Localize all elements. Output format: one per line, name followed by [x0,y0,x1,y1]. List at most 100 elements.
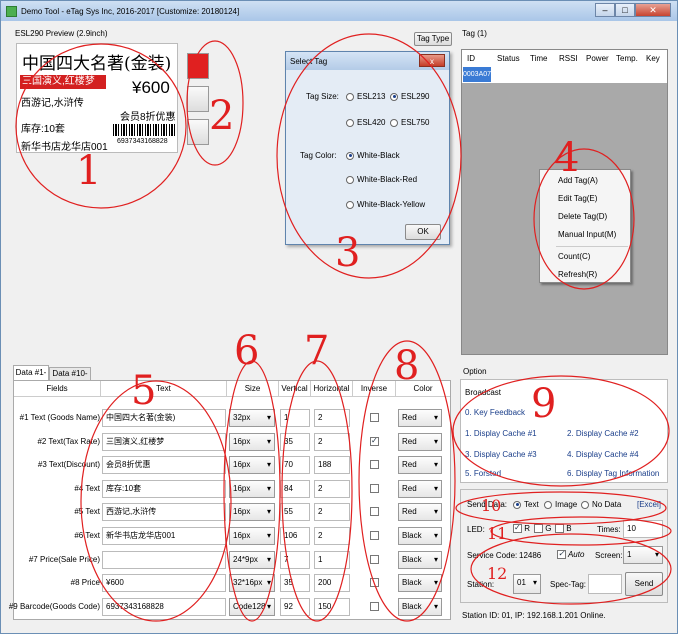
minimize-button[interactable]: – [595,3,615,17]
text-input[interactable]: 西游记,水浒传 [102,503,226,522]
color-select[interactable]: Red [398,432,442,451]
tab-data-1-9[interactable]: Data #1-9 [13,365,49,391]
color-button-3[interactable] [187,119,209,145]
vertical-input[interactable]: 55 [280,503,310,522]
col-status[interactable]: Status [497,54,520,63]
size-select[interactable]: 16px [229,527,275,545]
size-select[interactable]: 16px [229,503,275,522]
text-input[interactable]: 6937343168828 [102,597,226,616]
mode-image[interactable]: Image [544,500,577,509]
horizontal-input[interactable]: 2 [314,479,350,498]
opt-cache-4[interactable]: 4. Display Cache #4 [567,450,639,459]
size-select[interactable]: 16px [229,456,275,475]
size-select[interactable]: 32px [229,409,275,427]
horizontal-input[interactable]: 150 [314,597,350,616]
horizontal-input[interactable]: 2 [314,503,350,522]
size-select[interactable]: 16px [229,432,275,451]
vertical-input[interactable]: 70 [280,456,310,475]
horizontal-input[interactable]: 1 [314,550,350,569]
horizontal-input[interactable]: 2 [314,432,350,451]
color-select[interactable]: Black [398,550,442,569]
inverse-checkbox[interactable] [370,578,379,588]
excel-link[interactable]: [Excel] [637,500,661,509]
spec-tag-input[interactable] [588,574,622,594]
color-select[interactable]: Red [398,409,442,427]
color-select[interactable]: Red [398,503,442,522]
horizontal-input[interactable]: 188 [314,456,350,475]
text-input[interactable]: 会员8折优惠 [102,456,226,475]
station-select[interactable]: 01 [513,574,541,594]
color-option-0[interactable]: White-Black [346,151,400,160]
col-time[interactable]: Time [530,54,547,63]
dialog-close-button[interactable]: x [419,54,445,67]
text-input[interactable] [102,550,226,569]
size-select[interactable]: 24*9px [229,550,275,569]
col-key[interactable]: Key [646,54,660,63]
inverse-checkbox[interactable] [370,460,379,470]
size-option-0[interactable]: ESL213 [346,92,385,101]
text-input[interactable]: ¥600 [102,574,226,593]
inverse-checkbox[interactable] [370,554,379,564]
horizontal-input[interactable]: 200 [314,574,350,593]
close-button[interactable]: ✕ [635,3,671,17]
led-b[interactable]: B [555,524,572,534]
text-input[interactable]: 库存:10套 [102,479,226,498]
menu-manual-input[interactable]: Manual Input(M) [558,230,616,239]
inverse-checkbox[interactable] [370,436,379,446]
tag-type-button[interactable]: Tag Type [414,32,452,46]
color-option-1[interactable]: White-Black-Red [346,175,417,184]
col-temp[interactable]: Temp. [616,54,638,63]
vertical-input[interactable]: 1 [280,409,310,427]
menu-edit-tag[interactable]: Edit Tag(E) [558,194,597,203]
horizontal-input[interactable]: 2 [314,409,350,427]
col-rssi[interactable]: RSSI [559,54,578,63]
size-select[interactable]: 16px [229,479,275,498]
mode-text[interactable]: Text [513,500,539,509]
size-select[interactable]: Code128 [229,597,275,616]
tag-id-cell[interactable]: 0003A07 [463,67,491,82]
col-power[interactable]: Power [586,54,609,63]
vertical-input[interactable]: 84 [280,479,310,498]
vertical-input[interactable]: 106 [280,527,310,545]
vertical-input[interactable]: 35 [280,574,310,593]
inverse-checkbox[interactable] [370,507,379,517]
opt-cache-1[interactable]: 1. Display Cache #1 [465,429,537,438]
led-r[interactable]: R [513,523,530,534]
opt-cache-3[interactable]: 3. Display Cache #3 [465,450,537,459]
menu-refresh[interactable]: Refresh(R) [558,270,597,279]
screen-select[interactable]: 1 [623,546,663,564]
color-select[interactable]: Black [398,527,442,545]
color-select[interactable]: Red [398,479,442,498]
text-input[interactable]: 三国演义,红楼梦 [102,432,226,451]
vertical-input[interactable]: 92 [280,597,310,616]
tab-data-10-18[interactable]: Data #10-18 [49,367,91,390]
inverse-checkbox[interactable] [370,531,379,540]
color-option-2[interactable]: White-Black-Yellow [346,200,425,209]
color-select[interactable]: Black [398,574,442,593]
col-id[interactable]: ID [467,54,475,63]
horizontal-input[interactable]: 2 [314,527,350,545]
menu-delete-tag[interactable]: Delete Tag(D) [558,212,607,221]
opt-tag-info[interactable]: 6. Display Tag Information [567,469,659,478]
color-button-red[interactable] [187,53,209,79]
size-select[interactable]: 32*16px [229,574,275,593]
color-select[interactable]: Black [398,597,442,616]
vertical-input[interactable]: 7 [280,550,310,569]
size-option-3[interactable]: ESL750 [390,118,429,127]
opt-cache-2[interactable]: 2. Display Cache #2 [567,429,639,438]
inverse-checkbox[interactable] [370,483,379,493]
text-input[interactable]: 中国四大名著(金装) [102,409,226,427]
menu-count[interactable]: Count(C) [558,252,590,261]
color-select[interactable]: Red [398,456,442,475]
color-button-2[interactable] [187,86,209,112]
text-input[interactable]: 新华书店龙华店001 [102,527,226,545]
inverse-checkbox[interactable] [370,601,379,611]
opt-key-feedback[interactable]: 0. Key Feedback [465,408,525,417]
inverse-checkbox[interactable] [370,413,379,422]
opt-forsted[interactable]: 5. Forsted [465,469,501,478]
maximize-button[interactable]: □ [615,3,635,17]
send-button[interactable]: Send [625,572,663,596]
ok-button[interactable]: OK [405,224,441,240]
times-input[interactable]: 10 [623,520,663,538]
mode-no-data[interactable]: No Data [581,500,621,509]
